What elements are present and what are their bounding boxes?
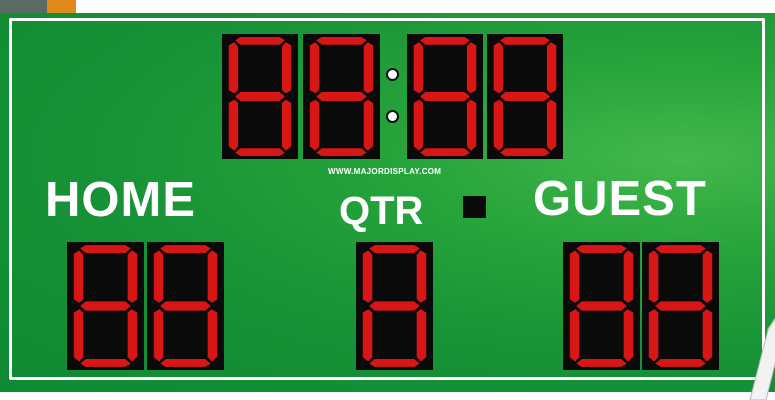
segment-f: [568, 248, 581, 305]
segment-b: [701, 248, 714, 305]
segment-g: [653, 300, 708, 312]
segment-b: [415, 248, 428, 305]
top-bar: [0, 0, 775, 13]
segment-g: [498, 91, 552, 102]
segment-b: [126, 248, 139, 305]
segment-f: [492, 40, 505, 95]
segment-f: [412, 40, 425, 95]
website-text: WWW.MAJORDISPLAY.COM: [328, 167, 442, 176]
home-label: HOME: [45, 173, 196, 227]
possession-indicator-icon: [463, 196, 486, 218]
segment-f: [361, 248, 374, 305]
segment-d: [158, 357, 213, 368]
colon-dot-icon: [386, 110, 399, 123]
segment-c: [415, 307, 428, 364]
segment-e: [361, 307, 374, 364]
segment-g: [574, 300, 629, 312]
segment-d: [574, 357, 629, 368]
segment-a: [233, 36, 287, 46]
clock-digit-4: [487, 34, 563, 159]
segment-e: [308, 98, 321, 153]
segment-c: [622, 307, 635, 364]
top-tab-orange: [47, 0, 76, 13]
clock-digit-3: [407, 34, 483, 159]
home-score-digit-1: [67, 242, 144, 370]
segment-c: [126, 307, 139, 364]
segment-a: [78, 244, 133, 255]
segment-a: [367, 244, 422, 255]
segment-c: [545, 98, 558, 153]
segment-a: [498, 36, 552, 46]
segment-b: [280, 40, 293, 95]
segment-a: [574, 244, 629, 255]
segment-g: [78, 300, 133, 312]
segment-g: [418, 91, 472, 102]
segment-e: [72, 307, 85, 364]
segment-a: [314, 36, 369, 46]
segment-b: [465, 40, 478, 95]
segment-f: [152, 248, 165, 305]
segment-f: [227, 40, 240, 95]
home-score-digit-2: [147, 242, 224, 370]
segment-b: [362, 40, 375, 95]
segment-d: [78, 357, 133, 368]
segment-g: [233, 91, 287, 102]
clock-digit-1: [222, 34, 298, 159]
segment-c: [206, 307, 219, 364]
segment-c: [465, 98, 478, 153]
segment-g: [367, 300, 422, 312]
top-tab-gray: [0, 0, 47, 13]
guest-score-digit-2: [642, 242, 719, 370]
segment-f: [72, 248, 85, 305]
segment-a: [158, 244, 213, 255]
segment-e: [412, 98, 425, 153]
segment-b: [206, 248, 219, 305]
segment-d: [314, 147, 369, 157]
segment-d: [233, 147, 287, 157]
segment-d: [367, 357, 422, 368]
corner-cable-decoration: [749, 317, 775, 400]
guest-label: GUEST: [533, 172, 707, 226]
segment-f: [308, 40, 321, 95]
segment-e: [152, 307, 165, 364]
guest-score-digit-1: [563, 242, 640, 370]
segment-e: [568, 307, 581, 364]
quarter-digit: [356, 242, 433, 370]
segment-a: [418, 36, 472, 46]
segment-g: [158, 300, 213, 312]
segment-e: [647, 307, 660, 364]
segment-d: [498, 147, 552, 157]
segment-c: [362, 98, 375, 153]
colon-dot-icon: [386, 68, 399, 81]
clock-digit-2: [303, 34, 380, 159]
segment-g: [314, 91, 369, 102]
segment-c: [701, 307, 714, 364]
segment-b: [622, 248, 635, 305]
qtr-label: QTR: [339, 189, 424, 233]
segment-e: [492, 98, 505, 153]
segment-d: [418, 147, 472, 157]
segment-c: [280, 98, 293, 153]
segment-a: [653, 244, 708, 255]
segment-d: [653, 357, 708, 368]
segment-b: [545, 40, 558, 95]
segment-f: [647, 248, 660, 305]
segment-e: [227, 98, 240, 153]
